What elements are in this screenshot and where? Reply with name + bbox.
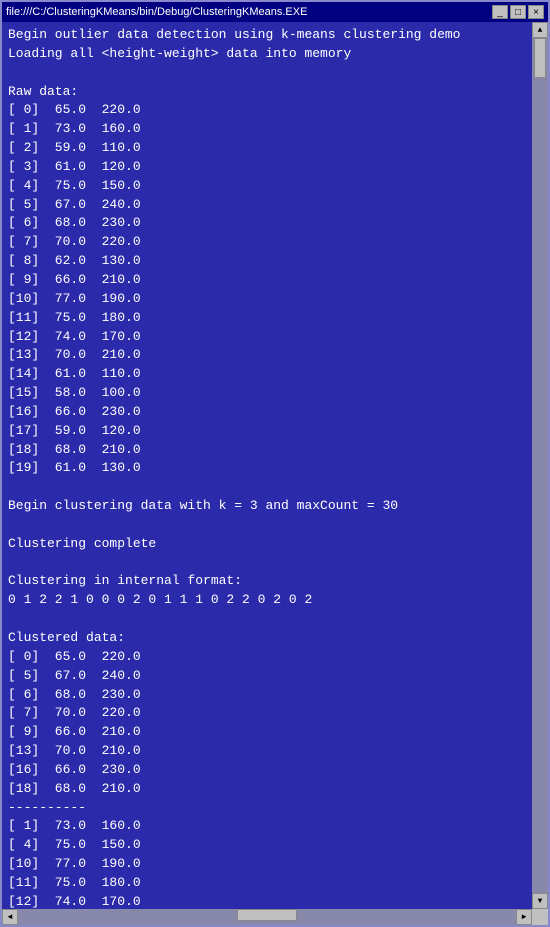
window-title: file:///C:/ClusteringKMeans/bin/Debug/Cl… — [6, 6, 307, 18]
main-window: file:///C:/ClusteringKMeans/bin/Debug/Cl… — [0, 0, 550, 927]
title-bar: file:///C:/ClusteringKMeans/bin/Debug/Cl… — [2, 2, 548, 22]
horizontal-scrollbar[interactable]: ◄ ► — [2, 909, 532, 925]
window-controls: _ □ × — [492, 5, 544, 19]
scroll-track-vertical[interactable] — [532, 38, 548, 893]
scroll-thumb-vertical[interactable] — [534, 38, 546, 78]
scroll-left-button[interactable]: ◄ — [2, 909, 18, 925]
scroll-down-button[interactable]: ▼ — [532, 893, 548, 909]
maximize-button[interactable]: □ — [510, 5, 526, 19]
scroll-track-horizontal[interactable] — [18, 909, 516, 925]
scroll-right-button[interactable]: ► — [516, 909, 532, 925]
vertical-scrollbar[interactable]: ▲ ▼ — [532, 22, 548, 909]
scroll-up-button[interactable]: ▲ — [532, 22, 548, 38]
close-button[interactable]: × — [528, 5, 544, 19]
scrollbar-corner — [532, 909, 548, 925]
minimize-button[interactable]: _ — [492, 5, 508, 19]
console-output: Begin outlier data detection using k-mea… — [8, 26, 526, 909]
console-area: Begin outlier data detection using k-mea… — [2, 22, 532, 909]
scroll-thumb-horizontal[interactable] — [237, 909, 297, 921]
